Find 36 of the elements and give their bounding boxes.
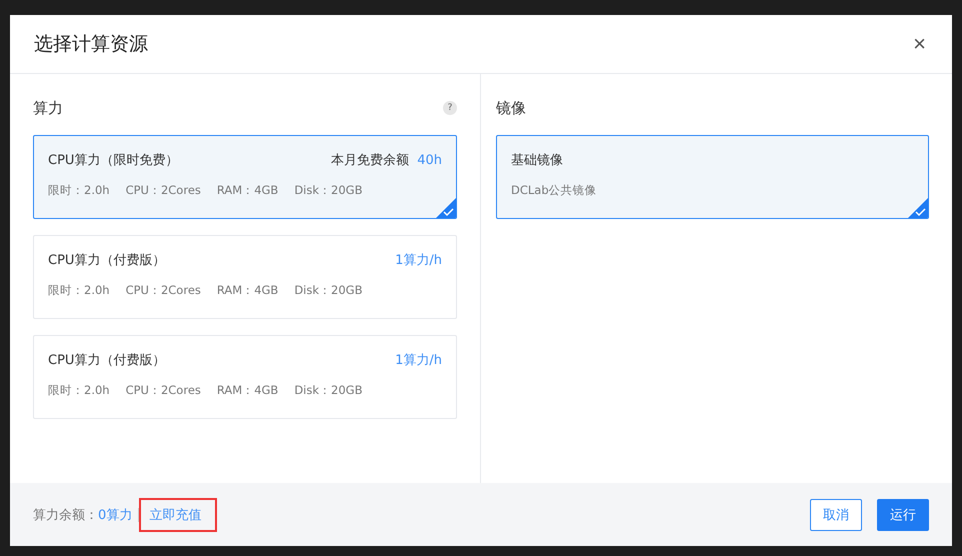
spec-text: CPU：2Cores bbox=[126, 183, 201, 198]
close-button[interactable]: × bbox=[911, 31, 928, 57]
section-heading: 算力 bbox=[33, 98, 63, 118]
spec-text: Disk：20GB bbox=[294, 383, 362, 398]
balance-label: 算力余额： bbox=[33, 506, 98, 524]
compute-option-card[interactable]: CPU算力（限时免费） 本月免费余额 40h 限时：2.0h CPU：2Cores RAM：4GB Disk：20GB bbox=[33, 135, 457, 219]
price-label: 本月免费余额 bbox=[331, 152, 410, 169]
compute-option-card[interactable]: CPU算力（付费版） 1算力/h 限时：2.0h CPU：2Cores RAM：4GB Disk：20GB bbox=[33, 335, 457, 419]
price-value: 40h bbox=[417, 152, 442, 168]
help-icon[interactable]: ? bbox=[443, 101, 457, 115]
spec-text: CPU：2Cores bbox=[126, 383, 201, 398]
spec-text: RAM：4GB bbox=[216, 183, 278, 198]
option-name: 基础镜像 bbox=[511, 152, 563, 169]
spec-text: 限时：2.0h bbox=[48, 283, 110, 298]
dialog-title: 选择计算资源 bbox=[34, 32, 148, 57]
image-option-card[interactable]: 基础镜像 DCLab公共镜像 bbox=[496, 135, 929, 219]
check-corner-icon bbox=[908, 198, 928, 218]
option-description: DCLab公共镜像 bbox=[511, 183, 597, 198]
spec-text: CPU：2Cores bbox=[126, 283, 201, 298]
compute-option-card[interactable]: CPU算力（付费版） 1算力/h 限时：2.0h CPU：2Cores RAM：4GB Disk：20GB bbox=[33, 235, 457, 319]
spec-text: RAM：4GB bbox=[216, 283, 278, 298]
run-button[interactable]: 运行 bbox=[877, 498, 929, 530]
spec-text: Disk：20GB bbox=[294, 283, 362, 298]
section-heading: 镜像 bbox=[496, 98, 526, 118]
cancel-button[interactable]: 取消 bbox=[810, 498, 862, 530]
spec-text: RAM：4GB bbox=[216, 383, 278, 398]
option-name: CPU算力（付费版） bbox=[48, 352, 166, 369]
price-value: 1算力/h bbox=[395, 252, 442, 269]
price-value: 1算力/h bbox=[395, 352, 442, 369]
option-name: CPU算力（限时免费） bbox=[48, 152, 178, 169]
balance-value: 0算力 bbox=[98, 506, 132, 524]
spec-text: 限时：2.0h bbox=[48, 383, 110, 398]
check-corner-icon bbox=[436, 198, 456, 218]
option-name: CPU算力（付费版） bbox=[48, 252, 166, 269]
spec-text: Disk：20GB bbox=[294, 183, 362, 198]
spec-text: 限时：2.0h bbox=[48, 183, 110, 198]
